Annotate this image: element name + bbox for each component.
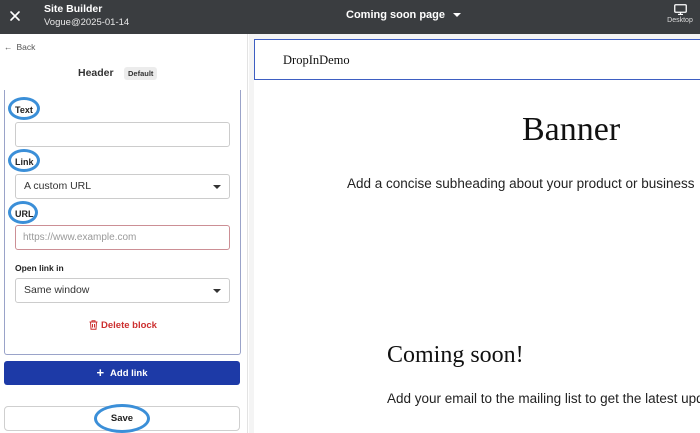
text-input[interactable] <box>15 122 230 147</box>
trash-icon <box>89 320 98 330</box>
site-header[interactable]: DropInDemo <box>254 39 700 80</box>
default-badge: Default <box>124 67 158 80</box>
back-link[interactable]: ← Back <box>4 42 35 52</box>
settings-panel: ← Back Header Default Text Link A custom … <box>0 34 248 433</box>
chevron-down-icon <box>453 13 461 18</box>
coming-soon-subheading: Add your email to the mailing list to ge… <box>387 391 700 406</box>
page-selector-label: Coming soon page <box>346 9 445 21</box>
close-icon <box>10 11 20 21</box>
link-block-editor: Text Link A custom URL URL https://www.e… <box>4 90 241 355</box>
annotation-circle <box>8 201 38 224</box>
annotation-circle <box>94 404 150 433</box>
chevron-down-icon <box>213 185 221 189</box>
page-selector[interactable]: Coming soon page <box>346 9 461 21</box>
top-bar: Site Builder Vogue@2025-01-14 Coming soo… <box>0 0 700 34</box>
coming-soon-title: Coming soon! <box>387 342 524 368</box>
open-link-in-select[interactable]: Same window <box>15 278 230 303</box>
back-label: Back <box>16 42 36 52</box>
annotation-circle <box>8 149 40 172</box>
app-title: Site Builder <box>44 3 103 15</box>
site-logo: DropInDemo <box>283 53 350 67</box>
close-button[interactable] <box>7 8 23 24</box>
link-type-value: A custom URL <box>24 180 92 192</box>
device-toggle-button[interactable]: Desktop <box>662 4 698 24</box>
delete-block-button[interactable]: Delete block <box>89 320 157 331</box>
annotation-circle <box>8 97 40 120</box>
delete-block-label: Delete block <box>101 320 157 331</box>
plus-icon: + <box>96 365 105 380</box>
link-type-select[interactable]: A custom URL <box>15 174 230 199</box>
desktop-icon <box>673 4 687 15</box>
chevron-down-icon <box>213 289 221 293</box>
page-preview: DropInDemo Banner Add a concise subheadi… <box>249 34 700 433</box>
add-link-label: Add link <box>110 368 148 379</box>
preview-canvas: DropInDemo Banner Add a concise subheadi… <box>254 39 700 433</box>
add-link-button[interactable]: + Add link <box>4 361 240 385</box>
open-link-in-label: Open link in <box>15 263 64 273</box>
banner-title: Banner <box>522 111 621 148</box>
open-link-in-value: Same window <box>24 284 90 296</box>
section-title: Header <box>78 67 114 79</box>
url-input[interactable]: https://www.example.com <box>15 225 230 250</box>
site-name: Vogue@2025-01-14 <box>44 17 130 28</box>
banner-subheading: Add a concise subheading about your prod… <box>347 176 695 191</box>
device-label: Desktop <box>667 17 693 24</box>
arrow-left-icon: ← <box>4 42 13 52</box>
